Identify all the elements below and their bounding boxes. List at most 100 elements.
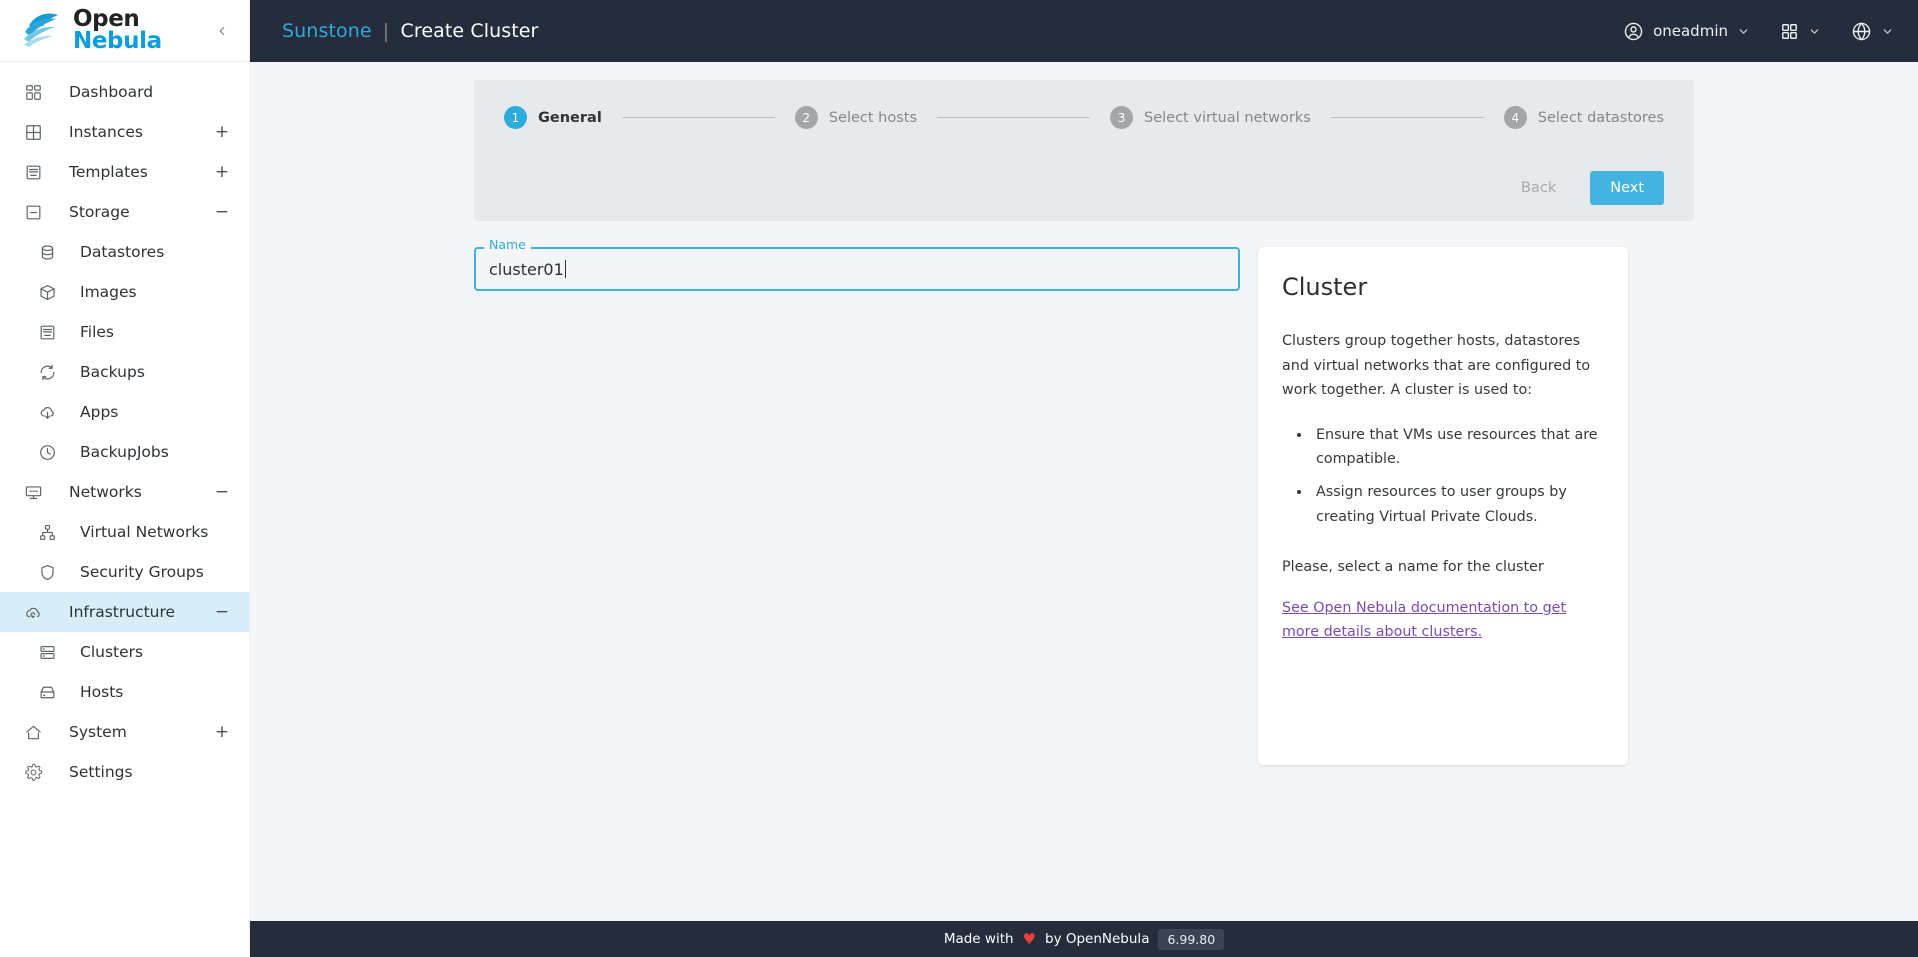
step-number-badge: 2 [794, 106, 818, 129]
sidebar-nav: Dashboard Instances + Templates + Storage − Dat… [0, 62, 249, 792]
next-button[interactable]: Next [1590, 171, 1664, 206]
documentation-link[interactable]: See Open Nebula documentation to get mor… [1282, 600, 1566, 641]
opennebula-logo[interactable]: Open Nebula [22, 7, 162, 54]
sidebar-item-images[interactable]: Images [0, 272, 249, 312]
sidebar-item-files[interactable]: Files [0, 312, 249, 352]
app-title: Sunstone | Create Cluster [282, 20, 538, 42]
sidebar-item-dashboard[interactable]: Dashboard [0, 72, 249, 112]
info-card-intro: Clusters group together hosts, datastore… [1282, 333, 1591, 399]
sidebar-item-label: Backups [80, 363, 145, 381]
storage-icon [22, 201, 44, 223]
apps-cloud-download-icon [36, 401, 58, 423]
chevron-left-icon [219, 26, 225, 35]
wizard-step-3[interactable]: 3 Select virtual networks [1110, 106, 1311, 129]
info-card-bullet-list: Ensure that VMs use resources that are c… [1282, 423, 1604, 529]
sidebar-item-backupjobs[interactable]: BackupJobs [0, 432, 249, 472]
info-card-bullet: Ensure that VMs use resources that are c… [1312, 423, 1604, 472]
sidebar-item-datastores[interactable]: Datastores [0, 232, 249, 272]
sidebar-item-networks[interactable]: Networks − [0, 472, 249, 512]
step-number-badge: 4 [1503, 106, 1527, 129]
sidebar-item-clusters[interactable]: Clusters [0, 632, 249, 672]
sidebar-item-label: Apps [80, 403, 119, 421]
expand-plus-icon[interactable]: + [213, 723, 231, 741]
step-label: Select hosts [828, 109, 918, 126]
sidebar-item-hosts[interactable]: Hosts [0, 672, 249, 712]
collapse-minus-icon[interactable]: − [213, 203, 231, 221]
expand-plus-icon[interactable]: + [213, 163, 231, 181]
user-menu-button[interactable]: oneadmin [1623, 21, 1750, 42]
cluster-name-field[interactable]: cluster01 Name [474, 239, 1240, 292]
sidebar-item-system[interactable]: System + [0, 712, 249, 752]
opennebula-cloud-logo-icon [22, 10, 68, 52]
sidebar-item-label: Clusters [80, 643, 144, 661]
sidebar-item-storage[interactable]: Storage − [0, 192, 249, 232]
logo-nebula-text: Nebula [73, 27, 162, 54]
sidebar-item-label: Infrastructure [69, 603, 176, 621]
version-badge: 6.99.80 [1158, 928, 1225, 950]
info-card-note: Please, select a name for the cluster [1282, 559, 1544, 576]
sidebar-item-label: Images [80, 283, 137, 301]
host-server-icon [36, 681, 58, 703]
network-tree-icon [36, 521, 58, 543]
language-menu-button[interactable] [1851, 21, 1894, 42]
gear-icon [22, 761, 44, 783]
step-connector-line [937, 117, 1091, 118]
sidebar-item-apps[interactable]: Apps [0, 392, 249, 432]
footer: Made with ♥ by OpenNebula 6.99.80 [250, 921, 1918, 957]
sidebar-item-label: System [69, 723, 127, 741]
app-root: Open Nebula Dashboard Instances + Templates… [0, 0, 1918, 957]
instances-grid-icon [22, 121, 44, 143]
shield-icon [36, 561, 58, 583]
sidebar-item-backups[interactable]: Backups [0, 352, 249, 392]
collapse-minus-icon[interactable]: − [213, 483, 231, 501]
step-label: Select virtual networks [1144, 109, 1311, 126]
step-connector-line [1330, 117, 1484, 118]
sidebar-item-security-groups[interactable]: Security Groups [0, 552, 249, 592]
title-separator: | [382, 20, 390, 42]
sidebar-item-instances[interactable]: Instances + [0, 112, 249, 152]
user-menu-chevron-down-icon [1737, 25, 1750, 38]
networks-monitor-icon [22, 481, 44, 503]
wizard-step-4[interactable]: 4 Select datastores [1503, 106, 1664, 129]
cluster-name-input[interactable]: cluster01 [474, 247, 1240, 292]
system-home-icon [22, 721, 44, 743]
sidebar-item-virtual-networks[interactable]: Virtual Networks [0, 512, 249, 552]
views-menu-button[interactable] [1780, 22, 1821, 41]
sidebar-collapse-button[interactable] [209, 18, 235, 44]
sidebar-item-label: BackupJobs [80, 443, 169, 461]
infrastructure-cloud-icon [22, 601, 44, 623]
sidebar-item-label: Settings [69, 763, 133, 781]
wizard-steps: 1 General 2 Select hosts 3 Select virtual net… [504, 106, 1664, 129]
cluster-name-label: Name [484, 239, 531, 252]
sidebar-item-settings[interactable]: Settings [0, 752, 249, 792]
wizard-step-1[interactable]: 1 General [504, 106, 602, 129]
expand-plus-icon[interactable]: + [213, 123, 231, 141]
sidebar-item-label: Hosts [80, 683, 124, 701]
wizard-step-2[interactable]: 2 Select hosts [794, 106, 918, 129]
step-label: General [538, 109, 602, 126]
sidebar-item-templates[interactable]: Templates + [0, 152, 249, 192]
sidebar-item-label: Virtual Networks [80, 523, 209, 541]
opennebula-wordmark: Open Nebula [73, 7, 162, 54]
sidebar-item-label: Dashboard [69, 83, 154, 101]
globe-icon [1852, 21, 1871, 41]
sidebar-item-label: Datastores [80, 243, 165, 261]
footer-by-label: by OpenNebula [1045, 931, 1150, 947]
collapse-minus-icon[interactable]: − [213, 603, 231, 621]
wizard-actions: Back Next [504, 171, 1664, 206]
clusters-servers-icon [36, 641, 58, 663]
back-button[interactable]: Back [1501, 171, 1576, 205]
clock-icon [36, 441, 58, 463]
templates-icon [22, 161, 44, 183]
user-circle-icon [1624, 22, 1643, 40]
user-name-label: oneadmin [1653, 22, 1728, 40]
step-number-badge: 1 [504, 106, 527, 129]
views-menu-chevron-down-icon [1808, 25, 1821, 38]
info-card-bullet: Assign resources to user groups by creat… [1312, 480, 1604, 529]
datastore-icon [36, 241, 58, 263]
form-area: cluster01 Name Cluster Clusters group to… [282, 239, 1886, 766]
wizard-stepper-panel: 1 General 2 Select hosts 3 Select virtual net… [474, 80, 1694, 222]
cluster-info-card: Cluster Clusters group together hosts, d… [1258, 247, 1628, 766]
sidebar-item-label: Instances [69, 123, 144, 141]
sidebar-item-infrastructure[interactable]: Infrastructure − [0, 592, 249, 632]
